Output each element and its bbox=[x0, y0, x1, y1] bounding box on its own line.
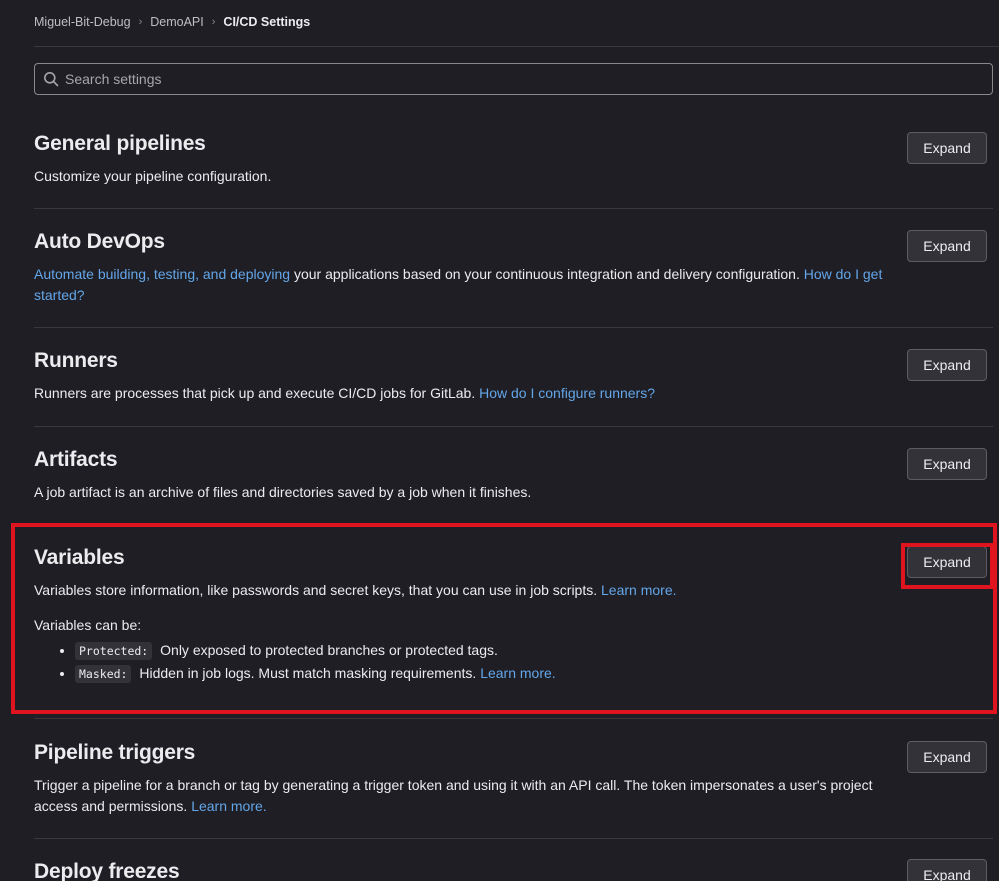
description-text: Trigger a pipeline for a branch or tag b… bbox=[34, 777, 873, 814]
list-item-text: Hidden in job logs. Must match masking r… bbox=[135, 665, 481, 681]
search-icon bbox=[44, 72, 59, 87]
settings-page: Miguel-Bit-Debug › DemoAPI › CI/CD Setti… bbox=[0, 0, 999, 881]
configure-runners-link[interactable]: How do I configure runners? bbox=[479, 385, 655, 401]
expand-artifacts-button[interactable]: Expand bbox=[907, 448, 987, 480]
search-box[interactable] bbox=[34, 63, 993, 95]
protected-code-label: Protected: bbox=[75, 642, 153, 660]
breadcrumb-separator: › bbox=[138, 16, 143, 28]
description-text: Variables store information, like passwo… bbox=[34, 582, 602, 598]
list-item: Masked: Hidden in job logs. Must match m… bbox=[75, 662, 999, 685]
section-title: Pipeline triggers bbox=[34, 741, 196, 764]
expand-variables-button[interactable]: Expand bbox=[907, 546, 987, 578]
breadcrumb: Miguel-Bit-Debug › DemoAPI › CI/CD Setti… bbox=[34, 15, 310, 29]
masking-learn-more-link[interactable]: Learn more. bbox=[480, 665, 555, 681]
list-item: Protected: Only exposed to protected bra… bbox=[75, 639, 999, 662]
section-title: General pipelines bbox=[34, 132, 206, 155]
expand-runners-button[interactable]: Expand bbox=[907, 349, 987, 381]
auto-devops-link[interactable]: Automate building, testing, and deployin… bbox=[34, 266, 290, 282]
breadcrumb-namespace[interactable]: Miguel-Bit-Debug bbox=[34, 15, 131, 29]
section-title: Runners bbox=[34, 349, 118, 372]
section-description: Trigger a pipeline for a branch or tag b… bbox=[34, 775, 884, 817]
section-divider bbox=[34, 208, 993, 209]
description-text: your applications based on your continuo… bbox=[290, 266, 804, 282]
breadcrumb-project[interactable]: DemoAPI bbox=[150, 15, 204, 29]
section-divider bbox=[34, 718, 993, 719]
variables-learn-more-link[interactable]: Learn more. bbox=[601, 582, 676, 598]
header-divider bbox=[34, 46, 999, 47]
section-general-pipelines: General pipelines Customize your pipelin… bbox=[34, 132, 999, 187]
section-description: Customize your pipeline configuration. bbox=[34, 168, 272, 184]
masked-code-label: Masked: bbox=[75, 665, 132, 683]
section-divider bbox=[34, 524, 993, 525]
section-title: Variables bbox=[34, 546, 125, 569]
section-pipeline-triggers: Pipeline triggers Trigger a pipeline for… bbox=[34, 741, 999, 817]
search-input[interactable] bbox=[65, 71, 992, 87]
triggers-learn-more-link[interactable]: Learn more. bbox=[191, 798, 266, 814]
section-description: A job artifact is an archive of files an… bbox=[34, 484, 532, 500]
list-item-text: Only exposed to protected branches or pr… bbox=[156, 642, 498, 658]
expand-deploy-freezes-button[interactable]: Expand bbox=[907, 859, 987, 881]
expand-pipeline-triggers-button[interactable]: Expand bbox=[907, 741, 987, 773]
variables-types-list: Protected: Only exposed to protected bra… bbox=[75, 639, 999, 685]
section-divider bbox=[34, 327, 993, 328]
section-auto-devops: Auto DevOps Automate building, testing, … bbox=[34, 230, 999, 306]
expand-general-pipelines-button[interactable]: Expand bbox=[907, 132, 987, 164]
section-variables: Variables Variables store information, l… bbox=[34, 546, 999, 685]
section-title: Auto DevOps bbox=[34, 230, 165, 253]
section-description: Automate building, testing, and deployin… bbox=[34, 264, 884, 306]
section-divider bbox=[34, 838, 993, 839]
section-runners: Runners Runners are processes that pick … bbox=[34, 349, 999, 404]
section-title: Artifacts bbox=[34, 448, 118, 471]
section-artifacts: Artifacts A job artifact is an archive o… bbox=[34, 448, 999, 503]
expand-auto-devops-button[interactable]: Expand bbox=[907, 230, 987, 262]
variables-can-be-label: Variables can be: bbox=[34, 617, 142, 633]
section-title: Deploy freezes bbox=[34, 860, 180, 881]
section-description: Variables store information, like passwo… bbox=[34, 580, 884, 601]
section-description: Runners are processes that pick up and e… bbox=[34, 383, 884, 404]
breadcrumb-current-page[interactable]: CI/CD Settings bbox=[223, 15, 310, 29]
section-divider bbox=[34, 426, 993, 427]
section-deploy-freezes: Deploy freezes Expand bbox=[34, 859, 999, 881]
breadcrumb-separator: › bbox=[211, 16, 216, 28]
description-text: Runners are processes that pick up and e… bbox=[34, 385, 480, 401]
